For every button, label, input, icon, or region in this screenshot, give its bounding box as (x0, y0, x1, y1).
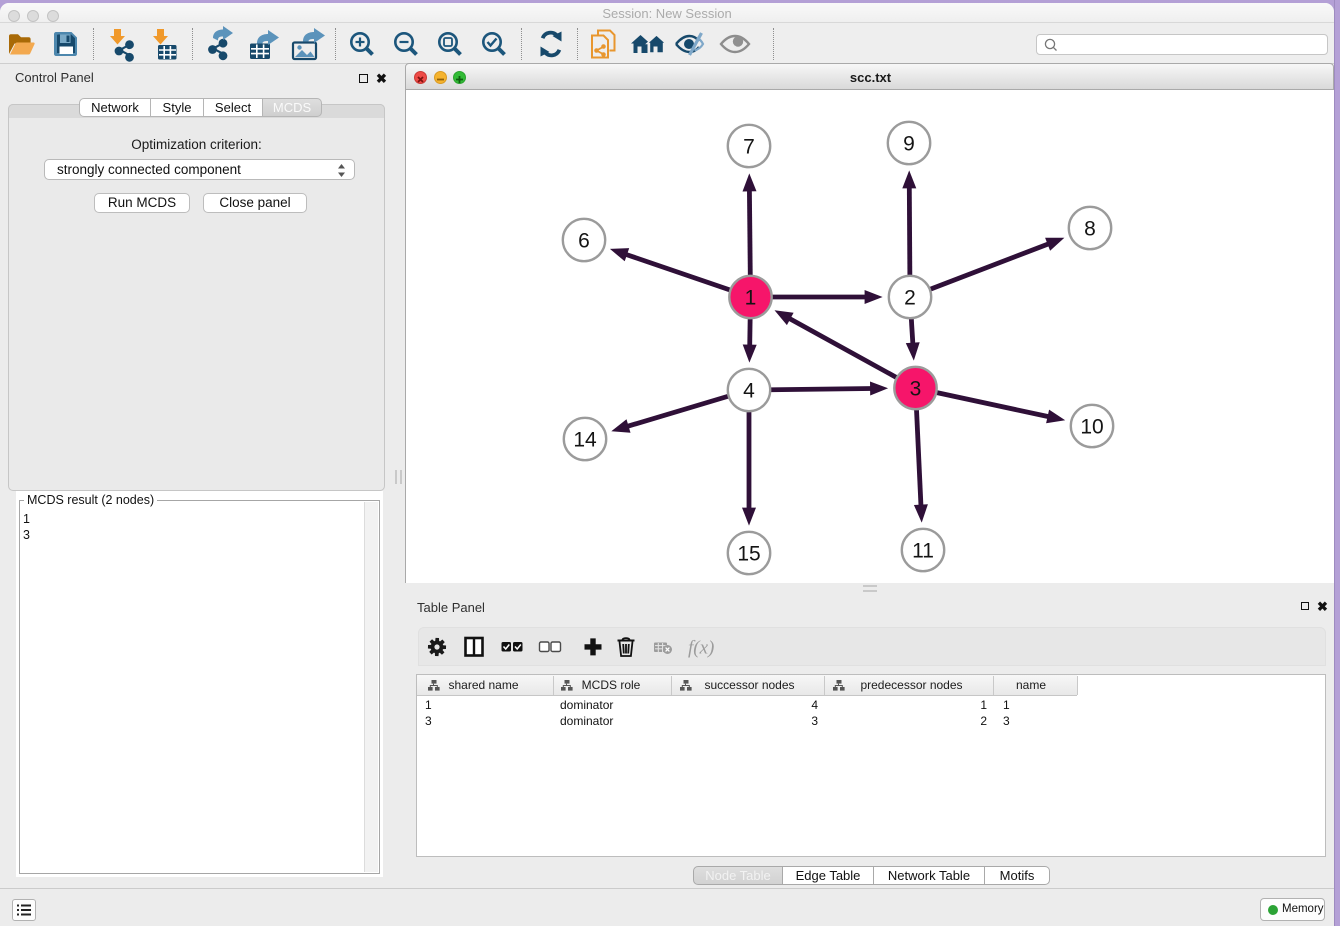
svg-text:2: 2 (904, 287, 916, 310)
svg-text:8: 8 (1084, 218, 1096, 241)
svg-text:f(x): f(x) (688, 638, 714, 659)
svg-text:6: 6 (578, 230, 590, 253)
svg-text:10: 10 (1080, 416, 1103, 439)
svg-text:1: 1 (745, 287, 757, 310)
svg-text:14: 14 (573, 429, 597, 452)
svg-text:4: 4 (743, 380, 755, 403)
svg-text:9: 9 (903, 133, 915, 156)
svg-text:11: 11 (912, 540, 934, 563)
svg-text:15: 15 (737, 543, 760, 566)
svg-text:7: 7 (743, 136, 755, 159)
svg-text:3: 3 (910, 378, 922, 401)
